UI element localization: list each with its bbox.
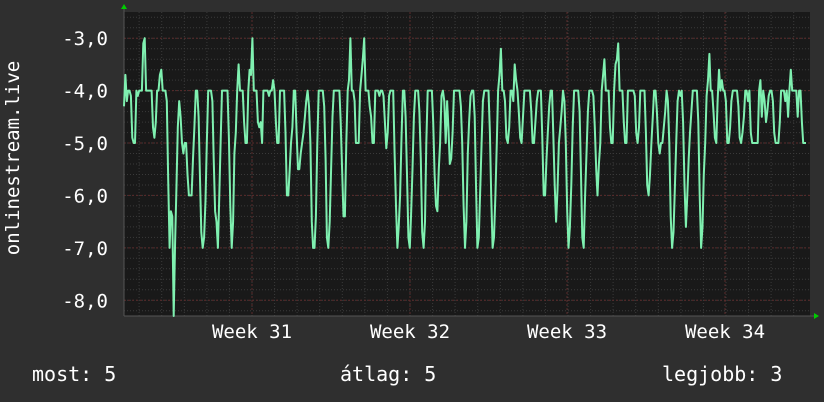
legend-current-label: most: bbox=[32, 362, 93, 386]
legend-current-value: 5 bbox=[104, 362, 117, 386]
x-tick-label: Week 32 bbox=[370, 321, 450, 343]
x-tick-label: Week 33 bbox=[527, 321, 607, 343]
legend-best-label: legjobb: bbox=[662, 362, 759, 386]
y-axis-arrow bbox=[121, 4, 127, 9]
y-tick-label: -7,0 bbox=[62, 238, 108, 260]
x-tick-label: Week 34 bbox=[685, 321, 765, 343]
y-tick-label: -4,0 bbox=[62, 81, 108, 103]
legend-best: legjobb: 3 bbox=[662, 362, 782, 386]
y-axis-label-wrap: onlinestream.live bbox=[0, 0, 26, 316]
y-tick-label: -8,0 bbox=[62, 290, 108, 312]
legend-average: átlag: 5 bbox=[340, 362, 436, 386]
x-axis-arrow bbox=[814, 313, 819, 319]
x-axis-ticks: Week 31 Week 32 Week 33 Week 34 bbox=[212, 321, 765, 343]
legend-best-value: 3 bbox=[770, 362, 783, 386]
y-tick-label: -3,0 bbox=[62, 28, 108, 50]
y-tick-label: -6,0 bbox=[62, 185, 108, 207]
x-tick-label: Week 31 bbox=[212, 321, 292, 343]
legend-average-label: átlag: bbox=[340, 362, 413, 386]
y-tick-label: -5,0 bbox=[62, 133, 108, 155]
y-axis-label: onlinestream.live bbox=[2, 60, 24, 256]
legend-current: most: 5 bbox=[32, 362, 116, 386]
legend-average-value: 5 bbox=[424, 362, 437, 386]
chart: -3,0-4,0-5,0-6,0-7,0-8,0 Week 31 Week 32 W… bbox=[62, 4, 819, 343]
y-axis-ticks: -3,0 -4,0 -5,0 -6,0 -7,0 -8,0 bbox=[62, 28, 108, 312]
